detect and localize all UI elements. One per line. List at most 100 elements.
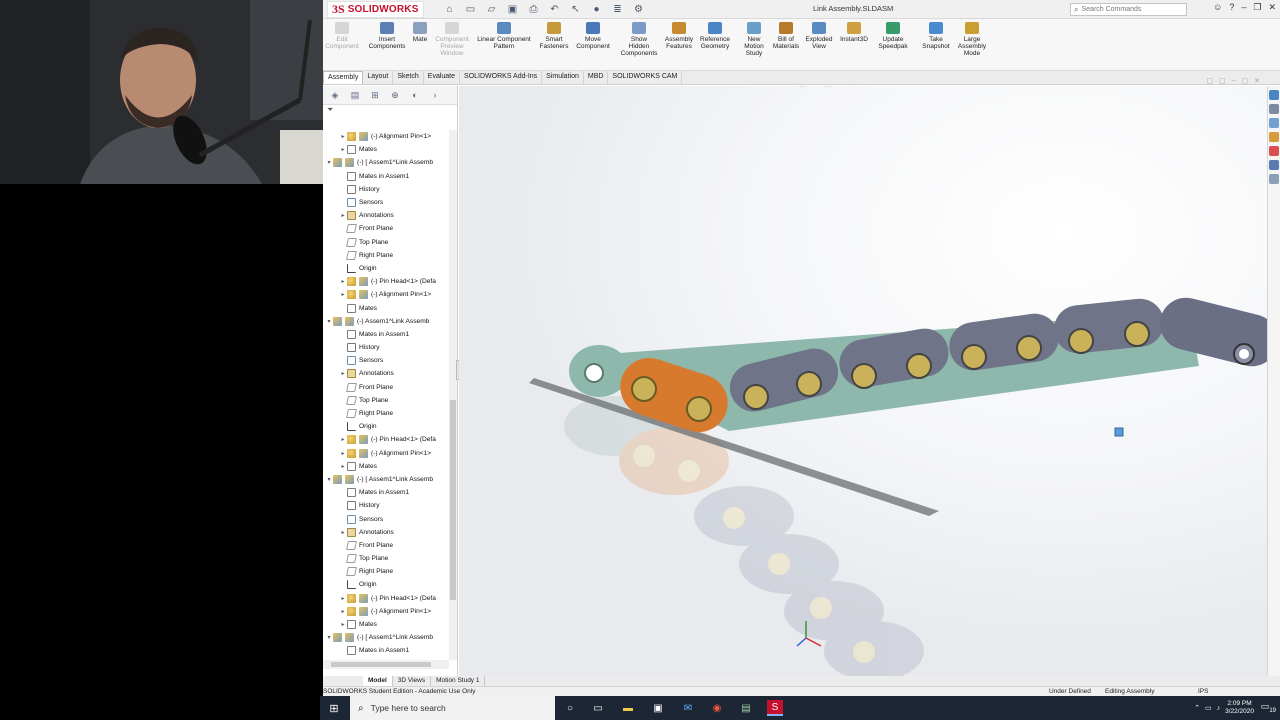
search-commands-input[interactable]: ⌕ Search Commands	[1070, 3, 1187, 16]
display-style-icon[interactable]: ◼	[838, 86, 845, 88]
tree-item[interactable]: Front Plane	[323, 381, 449, 394]
feature-tree-tab-icon[interactable]: ◈	[329, 90, 341, 101]
hide-show-items-icon[interactable]: ◉	[850, 86, 858, 88]
command-tab[interactable]: Assembly	[323, 71, 364, 84]
rebuild-icon[interactable]: ●	[588, 2, 605, 17]
tree-expander-icon[interactable]: ▸	[339, 278, 347, 285]
bottom-tab[interactable]: Motion Study 1	[431, 676, 486, 686]
view-palette-icon[interactable]	[1269, 132, 1279, 142]
minimize-button[interactable]: –	[1241, 2, 1246, 13]
tree-item[interactable]: ▸ Annotations	[323, 367, 449, 380]
print-icon[interactable]: ⎙	[525, 2, 542, 17]
more-tabs-icon[interactable]: ›	[429, 90, 441, 101]
tree-expander-icon[interactable]: ▸	[339, 436, 347, 443]
scrollbar-thumb[interactable]	[331, 662, 431, 667]
tree-item[interactable]: Sensors	[323, 512, 449, 525]
close-button[interactable]: ✕	[1268, 2, 1276, 13]
ribbon-button[interactable]: Assembly Features	[663, 22, 695, 50]
tree-item[interactable]: ▸ (-) Alignment Pin<1>	[323, 130, 449, 143]
bottom-tab[interactable]: 3D Views	[393, 676, 432, 686]
tree-expander-icon[interactable]: ▸	[339, 212, 347, 219]
command-tab[interactable]: MBD	[584, 71, 609, 84]
chrome-icon[interactable]: ◉	[709, 700, 725, 716]
file-properties-icon[interactable]: ≣	[609, 2, 626, 17]
select-cursor-icon[interactable]: ↖	[567, 2, 584, 17]
solidworks-taskbar-icon[interactable]: S	[767, 700, 783, 716]
command-tab[interactable]: SOLIDWORKS Add-Ins	[460, 71, 543, 84]
feature-tree-vertical-scrollbar[interactable]	[449, 130, 457, 660]
design-library-icon[interactable]	[1269, 104, 1279, 114]
previous-view-icon[interactable]: ↺	[786, 86, 794, 88]
network-icon[interactable]: ▭	[1205, 704, 1212, 712]
feature-tree-horizontal-scrollbar[interactable]	[323, 660, 449, 669]
tree-item[interactable]: Right Plane	[323, 249, 449, 262]
volume-icon[interactable]: ♪	[1217, 705, 1221, 712]
tree-item[interactable]: ▾ (-) [ Assem1^Link Assemb	[323, 631, 449, 644]
tree-expander-icon[interactable]: ▸	[339, 146, 347, 153]
tree-item[interactable]: Mates in Assem1	[323, 644, 449, 657]
tree-expander-icon[interactable]: ▾	[325, 318, 333, 325]
tree-item[interactable]: ▾ (-) [ Assem1^Link Assemb	[323, 156, 449, 169]
units-status[interactable]: IPS	[1198, 687, 1208, 696]
ribbon-button[interactable]: Edit Component	[325, 22, 359, 50]
ribbon-button[interactable]: Take Snapshot	[921, 22, 951, 50]
tree-expander-icon[interactable]: ▸	[339, 370, 347, 377]
tree-item[interactable]: Front Plane	[323, 222, 449, 235]
configuration-manager-tab-icon[interactable]: ⊞	[369, 90, 381, 101]
tree-item[interactable]: Mates in Assem1	[323, 170, 449, 183]
tree-item[interactable]: Mates	[323, 301, 449, 314]
tree-expander-icon[interactable]: ▸	[339, 529, 347, 536]
user-icon[interactable]: ☺	[1213, 2, 1222, 13]
tree-expander-icon[interactable]: ▸	[339, 133, 347, 140]
ribbon-button[interactable]: Instant3D	[837, 22, 871, 43]
cortana-icon[interactable]: ○	[562, 700, 578, 716]
tree-item[interactable]: Right Plane	[323, 565, 449, 578]
command-tab[interactable]: Layout	[363, 71, 394, 84]
doc-maximize-icon[interactable]: ▢	[1242, 77, 1249, 85]
ribbon-button[interactable]: Linear Component Pattern	[473, 22, 535, 50]
tree-item[interactable]: ▸ Annotations	[323, 526, 449, 539]
tree-item[interactable]: Mates in Assem1	[323, 486, 449, 499]
dimxpert-tab-icon[interactable]: ⊕	[389, 90, 401, 101]
tree-expander-icon[interactable]: ▾	[325, 476, 333, 483]
tree-item[interactable]: ▸ Mates	[323, 618, 449, 631]
tree-expander-icon[interactable]: ▸	[339, 450, 347, 457]
file-explorer-icon[interactable]: ▬	[620, 700, 636, 716]
tree-item[interactable]: Mates in Assem1	[323, 328, 449, 341]
ribbon-button[interactable]: New Motion Study	[741, 22, 767, 57]
appearances-icon[interactable]	[1269, 146, 1279, 156]
notification-center-icon[interactable]: ▭19	[1261, 701, 1276, 714]
tree-item[interactable]: ▾ (-) Assem1^Link Assemb	[323, 315, 449, 328]
tree-item[interactable]: ▸ Mates	[323, 460, 449, 473]
tree-expander-icon[interactable]: ▸	[339, 595, 347, 602]
new-document-icon[interactable]: ▭	[462, 2, 479, 17]
mail-icon[interactable]: ✉	[680, 700, 696, 716]
view-settings-icon[interactable]: ▭	[884, 86, 893, 88]
tree-item[interactable]: Top Plane	[323, 552, 449, 565]
tree-item[interactable]: ▾ (-) [ Assem1^Link Assemb	[323, 473, 449, 486]
undo-icon[interactable]: ↶	[546, 2, 563, 17]
tree-item[interactable]: Sensors	[323, 196, 449, 209]
options-gear-icon[interactable]: ⚙	[630, 2, 647, 17]
tree-item[interactable]: History	[323, 183, 449, 196]
edit-appearance-icon[interactable]: ◐	[863, 86, 868, 88]
tree-expander-icon[interactable]: ▾	[325, 159, 333, 166]
doc-tile-icon[interactable]: ▢	[1206, 77, 1213, 85]
command-tab[interactable]: Simulation	[542, 71, 584, 84]
tree-expander-icon[interactable]: ▸	[339, 621, 347, 628]
ribbon-button[interactable]: Bill of Materials	[771, 22, 801, 50]
solidworks-logo[interactable]: 3S SOLIDWORKS	[327, 1, 424, 18]
move-handle-icon[interactable]	[1114, 427, 1124, 437]
custom-properties-icon[interactable]	[1269, 160, 1279, 170]
ribbon-button[interactable]: Mate	[411, 22, 429, 43]
home-icon[interactable]: ⌂	[441, 2, 458, 17]
tree-item[interactable]: Origin	[323, 578, 449, 591]
tree-item[interactable]: ▸ (-) Alignment Pin<1>	[323, 288, 449, 301]
tree-item[interactable]: Front Plane	[323, 539, 449, 552]
command-tab[interactable]: Sketch	[393, 71, 424, 84]
ribbon-button[interactable]: Component Preview Window	[435, 22, 469, 57]
tree-item[interactable]: ▸ (-) Pin Head<1> (Defa	[323, 275, 449, 288]
tree-item[interactable]: ▸ (-) Pin Head<1> (Defa	[323, 433, 449, 446]
scrollbar-thumb[interactable]	[450, 400, 456, 600]
tree-item[interactable]: ▸ (-) Alignment Pin<1>	[323, 605, 449, 618]
